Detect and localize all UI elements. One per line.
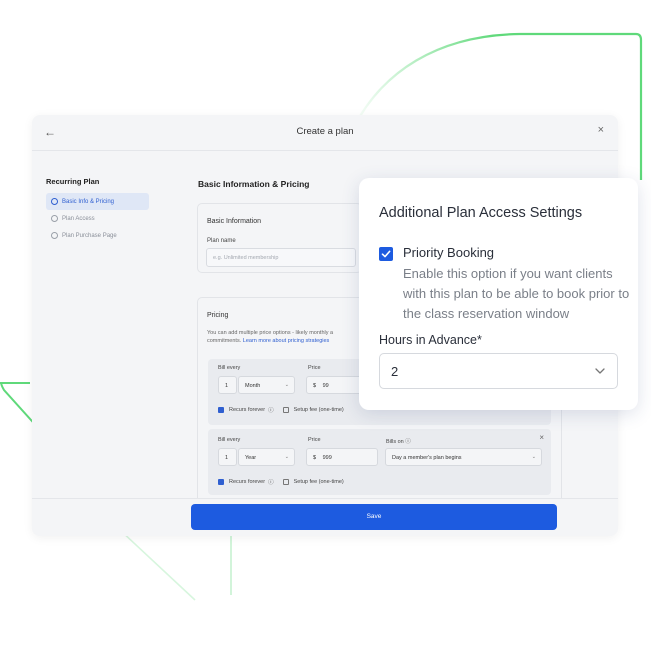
chevron-down-icon [595,368,605,374]
recurs-forever-label: Recurs forever [229,407,266,413]
sidebar-item-plan-access[interactable]: Plan Access [46,210,186,227]
additional-access-settings-popup: Additional Plan Access Settings Priority… [359,178,638,410]
setup-fee-checkbox[interactable] [282,479,289,485]
basic-info-title: Basic Information [207,218,262,225]
pricing-description-text-2: commitments. [207,338,242,344]
remove-row-close-icon[interactable]: × [539,433,544,442]
pricing-description-text: You can add multiple price options - lik… [207,330,334,336]
price-input[interactable]: $ 999 [306,448,378,466]
currency-symbol: $ [313,455,317,461]
info-icon[interactable]: ⓘ [268,406,274,414]
recurs-forever-checkbox[interactable] [218,407,224,413]
bills-on-value: Day a member's plan begins [392,455,462,461]
price-label: Price [308,437,321,443]
price-value: 999 [322,455,332,461]
recurring-options: Recurs forever ⓘ Setup fee (one-time) [218,478,344,486]
hours-in-advance-select[interactable]: 2 [379,353,618,389]
chevron-down-icon: ⌄ [531,454,536,460]
bill-period-select[interactable]: Month ⌄ [238,376,295,394]
plan-name-label: Plan name [207,238,236,244]
setup-fee-checkbox[interactable] [282,407,289,413]
section-title: Basic Information & Pricing [198,179,310,189]
price-option-row: × Bill every 1 Year ⌄ Price $ 999 Bills … [208,429,551,495]
screenshot-stage: ← Create a plan × Recurring Plan Basic I… [0,0,651,651]
sidebar-item-label: Basic Info & Pricing [62,198,115,205]
priority-booking-label: Priority Booking [403,245,495,260]
bill-period-value: Month [245,383,261,389]
bill-quantity-input[interactable]: 1 [218,448,237,466]
info-icon[interactable]: ⓘ [405,439,411,445]
price-value: 99 [322,383,329,389]
plan-name-input[interactable]: e.g. Unlimited membership [206,248,356,267]
sidebar-title: Recurring Plan [46,177,100,186]
setup-fee-label: Setup fee (one-time) [293,479,344,485]
bills-on-select[interactable]: Day a member's plan begins ⌄ [385,448,542,466]
bills-on-label: Bills on ⓘ [386,437,411,445]
sidebar-item-purchase-page[interactable]: Plan Purchase Page [46,227,186,244]
pricing-strategies-link[interactable]: Learn more about pricing strategies [243,338,330,344]
sidebar-item-label: Plan Purchase Page [62,232,117,239]
bill-period-select[interactable]: Year ⌄ [238,448,295,466]
plan-sidebar: Recurring Plan Basic Info & Pricing Plan… [46,177,186,244]
currency-symbol: $ [313,383,317,389]
popup-title: Additional Plan Access Settings [379,205,583,221]
hours-in-advance-value: 2 [391,364,399,379]
recurs-forever-label: Recurs forever [229,479,266,485]
bill-period-value: Year [245,455,257,461]
recurs-forever-checkbox[interactable] [218,479,224,485]
bill-every-label: Bill every [218,365,241,371]
basic-info-card: Basic Information Plan name e.g. Unlimit… [197,203,362,273]
sidebar-item-label: Plan Access [62,215,95,222]
pricing-title: Pricing [207,312,229,319]
step-circle-icon [51,232,58,239]
window-header: ← Create a plan × [32,115,618,151]
save-button[interactable]: Save [191,504,557,530]
chevron-down-icon: ⌄ [284,382,289,388]
bills-on-text: Bills on [386,439,404,445]
checkmark-icon [381,250,391,258]
bill-every-label: Bill every [218,437,241,443]
info-icon[interactable]: ⓘ [268,478,274,486]
bill-quantity-input[interactable]: 1 [218,376,237,394]
chevron-down-icon: ⌄ [284,454,289,460]
pricing-description: You can add multiple price options - lik… [207,329,357,345]
close-icon[interactable]: × [598,124,604,136]
hours-in-advance-label: Hours in Advance* [379,333,482,347]
window-footer: Save [32,498,618,536]
recurring-options: Recurs forever ⓘ Setup fee (one-time) [218,406,344,414]
setup-fee-label: Setup fee (one-time) [293,407,344,413]
priority-booking-description: Enable this option if you want clients w… [403,266,630,321]
sidebar-item-basic-info[interactable]: Basic Info & Pricing [46,193,149,210]
price-label: Price [308,365,321,371]
step-circle-icon [51,215,58,222]
price-input[interactable]: $ 99 [306,376,366,394]
priority-booking-checkbox[interactable] [379,247,393,261]
window-title: Create a plan [296,126,354,137]
step-circle-icon [51,198,58,205]
